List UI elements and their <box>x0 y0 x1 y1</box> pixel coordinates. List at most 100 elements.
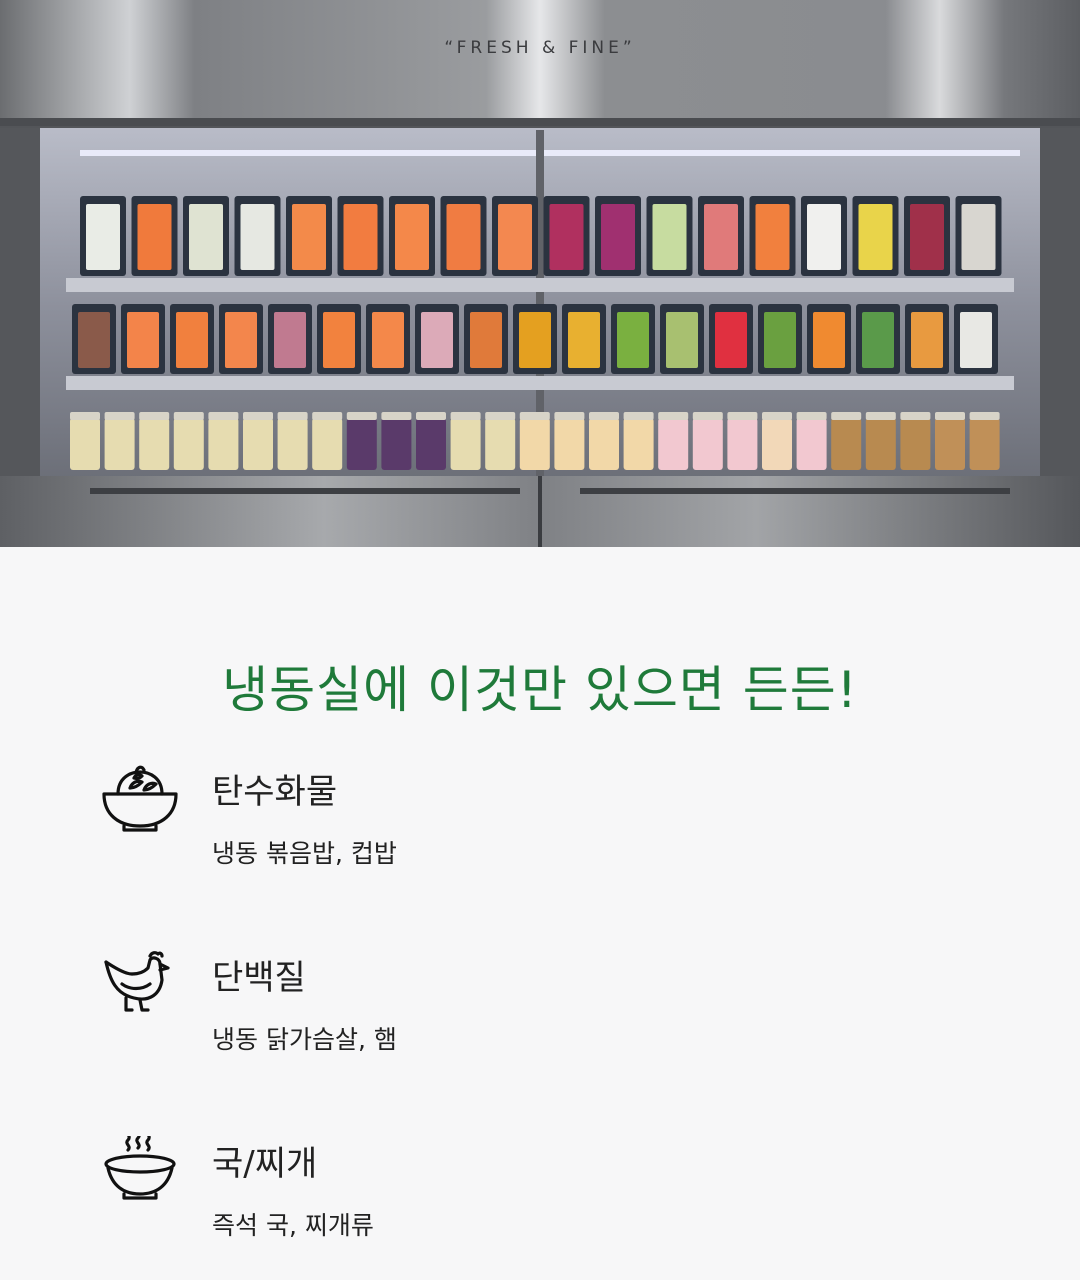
category-protein: 단백질 냉동 닭가슴살, 햄 <box>100 950 800 1060</box>
soup-cup <box>381 418 412 470</box>
soup-cup <box>900 418 931 470</box>
package-contents <box>343 204 378 270</box>
soup-cup-lid <box>589 412 619 420</box>
soup-cup <box>554 418 585 470</box>
package-contents <box>372 312 404 368</box>
category-title: 국/찌개 <box>212 1144 318 1184</box>
package-contents <box>274 312 306 368</box>
category-subtitle: 즉석 국, 찌개류 <box>212 1211 374 1240</box>
package-contents <box>470 312 502 368</box>
package-contents <box>446 204 481 270</box>
soup-cup <box>969 418 1000 470</box>
package-contents <box>704 204 738 270</box>
rice-bowl-icon <box>100 764 180 844</box>
soup-cup-lid <box>658 412 689 420</box>
package-contents <box>78 312 110 368</box>
soup-cup-lid <box>900 412 931 420</box>
soup-cup-lid <box>831 412 862 420</box>
package-contents <box>519 312 551 368</box>
package-contents <box>960 312 992 368</box>
package-contents <box>137 204 172 270</box>
package-contents <box>421 312 453 368</box>
soup-cup <box>104 418 135 470</box>
soup-cup-lid <box>692 412 723 420</box>
soup-cup-lid <box>623 412 654 420</box>
category-title: 탄수화물 <box>212 772 338 812</box>
soup-cup <box>208 418 239 470</box>
package-contents <box>715 312 747 368</box>
freezer-illustration <box>0 0 1080 547</box>
soup-cup-lid <box>485 412 516 420</box>
soup-cup-lid <box>450 412 481 420</box>
soup-cup-lid <box>381 412 412 420</box>
package-contents <box>961 204 996 270</box>
soup-cup-lid <box>796 412 827 420</box>
package-contents <box>755 204 790 270</box>
package-contents <box>764 312 796 368</box>
package-contents <box>395 204 429 270</box>
soup-cup <box>416 418 446 470</box>
soup-cup <box>796 418 827 470</box>
package-contents <box>858 204 893 270</box>
soup-cup <box>243 418 273 470</box>
package-contents <box>910 204 944 270</box>
soup-cup <box>485 418 516 470</box>
soup-cup <box>623 418 654 470</box>
package-contents <box>292 204 326 270</box>
category-subtitle: 냉동 닭가슴살, 햄 <box>212 1025 397 1054</box>
package-contents <box>549 204 584 270</box>
soup-cup-lid <box>865 412 896 420</box>
soup-cup-lid <box>173 412 204 420</box>
package-contents <box>911 312 943 368</box>
soup-cup-lid <box>762 412 792 420</box>
soup-cup <box>831 418 862 470</box>
soup-cup <box>70 418 100 470</box>
package-contents <box>601 204 635 270</box>
chicken-icon <box>100 950 180 1030</box>
soup-cup-lid <box>104 412 135 420</box>
category-carbs: 탄수화물 냉동 볶음밥, 컵밥 <box>100 764 800 874</box>
soup-cup-lid <box>243 412 273 420</box>
soup-cup <box>935 418 965 470</box>
package-contents <box>498 204 532 270</box>
category-title: 단백질 <box>212 958 306 998</box>
package-contents <box>652 204 687 270</box>
package-contents <box>862 312 894 368</box>
package-contents <box>813 312 845 368</box>
package-contents <box>86 204 120 270</box>
package-contents <box>127 312 159 368</box>
package-contents <box>617 312 649 368</box>
soup-cup <box>312 418 343 470</box>
category-subtitle: 냉동 볶음밥, 컵밥 <box>212 839 397 868</box>
package-contents <box>568 312 600 368</box>
soup-cup <box>519 418 550 470</box>
freezer-photo: “FRESH & FINE” <box>0 0 1080 547</box>
package-contents <box>176 312 208 368</box>
soup-cup <box>346 418 377 470</box>
package-contents <box>666 312 698 368</box>
soup-cup-lid <box>416 412 446 420</box>
package-contents <box>323 312 355 368</box>
soup-cup-lid <box>70 412 100 420</box>
soup-cup <box>865 418 896 470</box>
package-contents <box>225 312 257 368</box>
soup-cup <box>762 418 792 470</box>
category-soup: 국/찌개 즉석 국, 찌개류 <box>100 1124 800 1246</box>
soup-cup-lid <box>969 412 1000 420</box>
soup-cup-lid <box>346 412 377 420</box>
soup-cup-lid <box>935 412 965 420</box>
soup-cup <box>658 418 689 470</box>
soup-cup-lid <box>139 412 170 420</box>
soup-cup <box>277 418 308 470</box>
soup-cup <box>589 418 619 470</box>
soup-cup <box>139 418 170 470</box>
soup-cup <box>692 418 723 470</box>
soup-cup <box>450 418 481 470</box>
soup-cup-lid <box>312 412 343 420</box>
package-contents <box>189 204 223 270</box>
soup-cup-lid <box>727 412 758 420</box>
soup-cup-lid <box>208 412 239 420</box>
soup-cup-lid <box>554 412 585 420</box>
soup-cup-lid <box>519 412 550 420</box>
soup-bowl-icon <box>100 1124 180 1216</box>
